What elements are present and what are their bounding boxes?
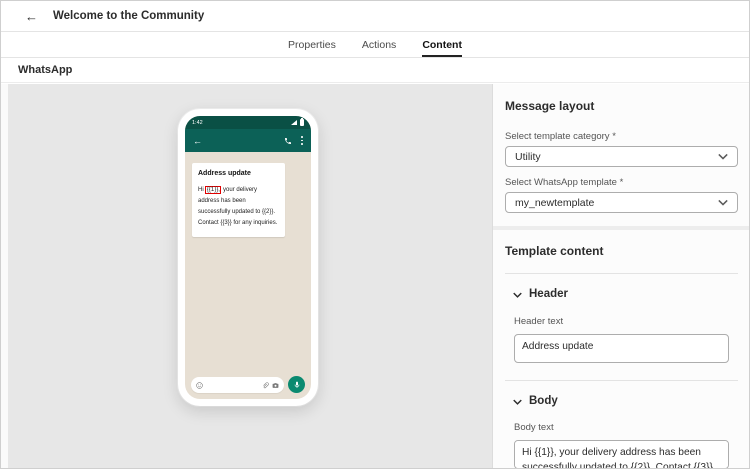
emoji-icon[interactable]: [196, 376, 203, 394]
whatsapp-template-label: Select WhatsApp template *: [505, 177, 624, 188]
overflow-menu-icon[interactable]: [301, 136, 303, 145]
attach-icon[interactable]: [262, 376, 269, 394]
bubble-body-text: Hi {{1}}, your delivery address has been…: [198, 185, 279, 229]
main-area: 1:42 ← Address update Hi {{1}}, your del…: [1, 84, 749, 468]
tab-bar: Properties Actions Content: [1, 31, 749, 58]
body-section-toggle[interactable]: Body: [513, 392, 738, 410]
template-content-heading: Template content: [505, 244, 604, 258]
channel-label: WhatsApp: [18, 64, 73, 76]
config-panel: Message layout Select template category …: [492, 84, 749, 468]
camera-icon[interactable]: [272, 376, 279, 394]
divider: [505, 380, 738, 381]
tab-actions[interactable]: Actions: [362, 32, 396, 57]
body-text-input[interactable]: Hi {{1}}, your delivery address has been…: [514, 440, 729, 468]
phone-screen: 1:42 ← Address update Hi {{1}}, your del…: [185, 116, 311, 399]
page-title: Welcome to the Community: [53, 10, 205, 22]
chevron-down-icon: [718, 151, 728, 163]
chevron-down-icon: [513, 285, 522, 303]
bubble-header-text: Address update: [198, 170, 251, 177]
chat-input-row: [191, 376, 305, 393]
status-time: 1:42: [192, 119, 203, 126]
tab-content[interactable]: Content: [422, 32, 462, 57]
mic-button[interactable]: [288, 376, 305, 393]
whatsapp-template-select[interactable]: my_newtemplate: [505, 192, 738, 213]
variable-highlight-box: {{1}},: [205, 186, 222, 194]
template-category-value: Utility: [515, 150, 541, 163]
phone-statusbar: 1:42: [185, 116, 311, 129]
template-category-select[interactable]: Utility: [505, 146, 738, 167]
tab-properties[interactable]: Properties: [288, 32, 336, 57]
header-section-toggle[interactable]: Header: [513, 285, 738, 303]
divider: [505, 273, 738, 274]
chevron-down-icon: [718, 197, 728, 209]
body-section-title: Body: [529, 395, 558, 407]
chevron-down-icon: [513, 392, 522, 410]
whatsapp-back-icon[interactable]: ←: [193, 136, 202, 146]
back-icon[interactable]: ←: [25, 9, 38, 24]
whatsapp-template-value: my_newtemplate: [515, 196, 595, 209]
body-text-label: Body text: [514, 422, 554, 433]
whatsapp-appbar: ←: [185, 129, 311, 152]
message-bubble: Address update Hi {{1}}, your delivery a…: [192, 163, 285, 238]
template-category-label: Select template category *: [505, 131, 616, 142]
battery-icon: [300, 117, 304, 126]
header-text-label: Header text: [514, 316, 564, 327]
phone-mockup: 1:42 ← Address update Hi {{1}}, your del…: [178, 109, 318, 406]
phone-call-icon[interactable]: [284, 137, 292, 145]
message-layout-heading: Message layout: [505, 99, 595, 113]
message-preview-area: 1:42 ← Address update Hi {{1}}, your del…: [1, 84, 492, 468]
chat-text-input[interactable]: [191, 376, 284, 394]
signal-icon: [291, 120, 297, 125]
top-header: ← Welcome to the Community: [1, 1, 749, 31]
chat-area: Address update Hi {{1}}, your delivery a…: [185, 152, 311, 399]
header-section-title: Header: [529, 288, 568, 300]
channel-bar: WhatsApp: [1, 58, 749, 83]
header-text-input[interactable]: Address update: [514, 334, 729, 363]
section-separator: [493, 226, 749, 230]
